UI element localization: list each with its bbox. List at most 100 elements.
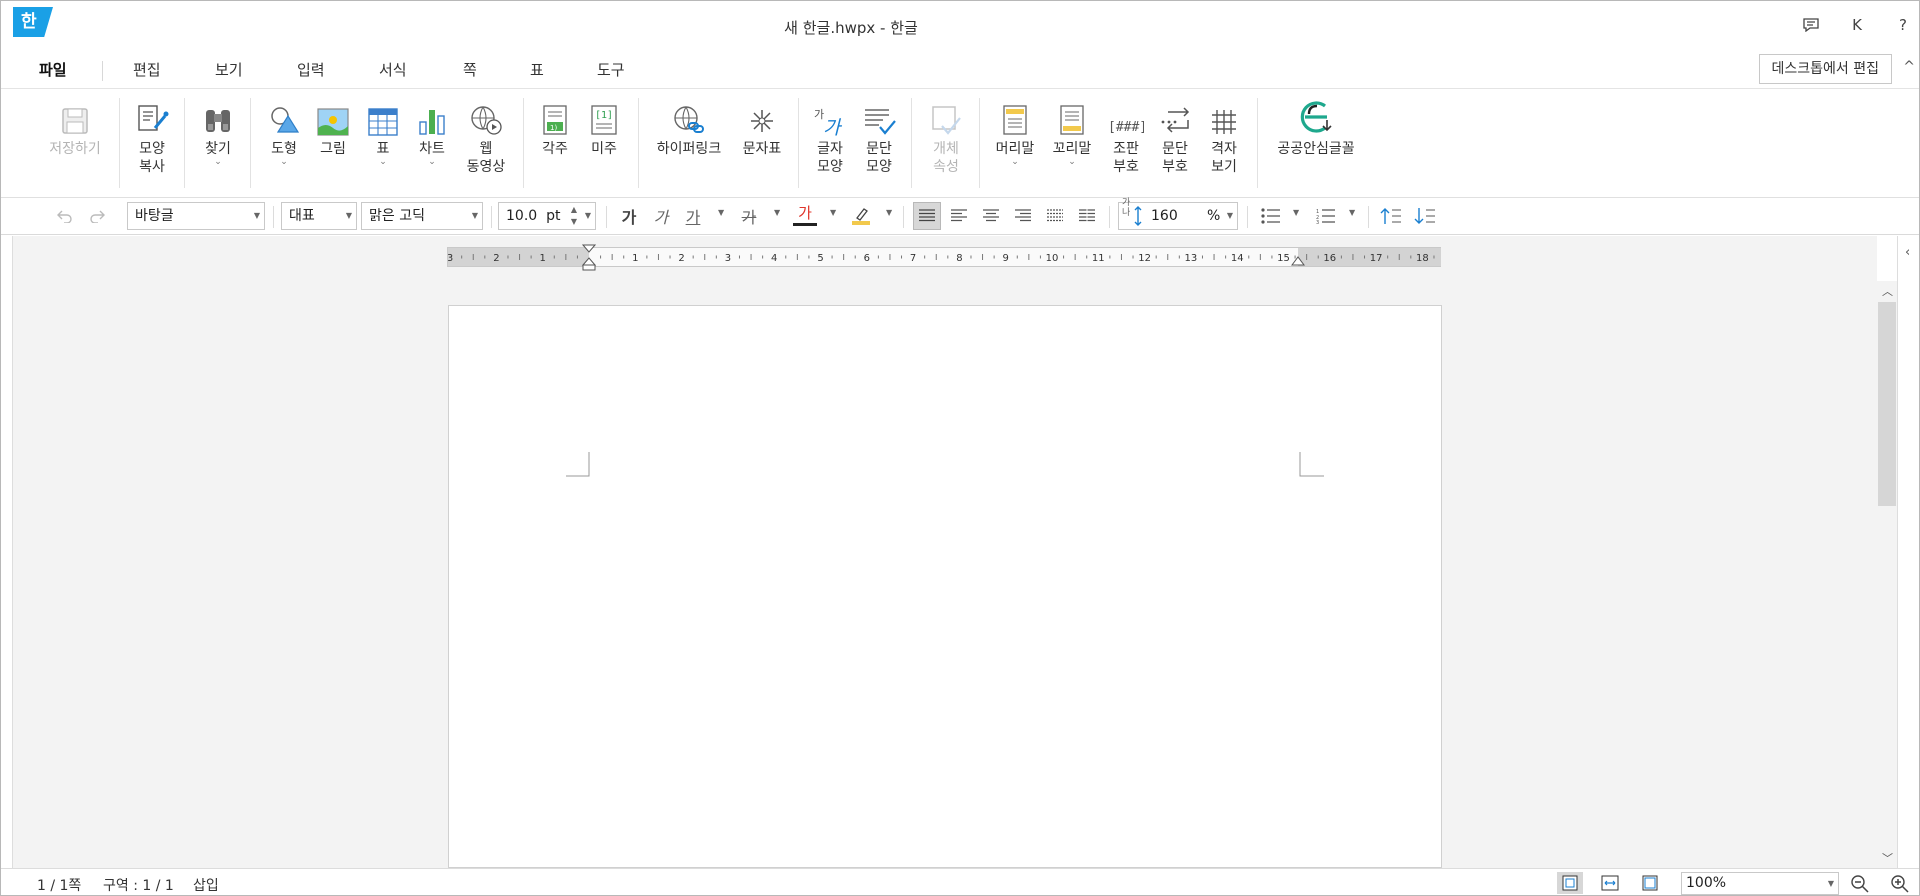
italic-button[interactable]: 가 bbox=[649, 202, 673, 230]
user-account-button[interactable]: K bbox=[1847, 15, 1867, 35]
format-painter-icon bbox=[138, 105, 169, 131]
redo-icon[interactable] bbox=[85, 202, 109, 230]
find-button[interactable]: 찾기 ⌄ bbox=[193, 90, 243, 194]
zoom-in-icon[interactable] bbox=[1889, 873, 1911, 895]
tab-edit[interactable]: 편집 bbox=[133, 59, 161, 80]
help-button[interactable]: ? bbox=[1893, 15, 1913, 35]
tab-format[interactable]: 서식 bbox=[379, 59, 407, 80]
scroll-down-icon[interactable]: ﹀ bbox=[1882, 850, 1893, 866]
shape-button[interactable]: 도형 ⌄ bbox=[259, 90, 309, 194]
sort-ascending-icon[interactable] bbox=[1377, 202, 1405, 230]
object-properties-button[interactable]: 개체 속성 bbox=[921, 90, 971, 194]
tab-tools[interactable]: 도구 bbox=[597, 59, 625, 80]
font-name-select[interactable]: 맑은 고딕 ▼ bbox=[361, 202, 483, 230]
zoom-select[interactable]: 100% ▼ bbox=[1681, 872, 1839, 895]
svg-text:가: 가 bbox=[823, 117, 843, 136]
tab-insert[interactable]: 입력 bbox=[297, 59, 325, 80]
hyperlink-icon bbox=[674, 106, 704, 133]
numbered-list-icon[interactable]: 123 bbox=[1312, 202, 1340, 230]
format-copy-button[interactable]: 모양 복사 bbox=[127, 90, 177, 194]
bold-button[interactable]: 가 bbox=[617, 202, 641, 230]
page-view-icon[interactable] bbox=[1557, 872, 1583, 894]
ruler-label: 2 bbox=[678, 253, 684, 264]
svg-text:[1]: [1] bbox=[595, 110, 613, 121]
highlight-icon[interactable] bbox=[849, 202, 873, 230]
tab-table[interactable]: 표 bbox=[530, 59, 544, 80]
align-center-icon[interactable] bbox=[977, 202, 1005, 230]
underline-button[interactable]: 가 bbox=[681, 202, 705, 230]
hyperlink-button[interactable]: 하이퍼링크 bbox=[649, 90, 729, 194]
chevron-down-icon[interactable]: ▼ bbox=[1293, 208, 1299, 217]
ruler-label: 16 bbox=[1323, 253, 1336, 264]
font-size-input[interactable]: 10.0 pt ▲ ▼ ▼ bbox=[498, 202, 596, 230]
horizontal-ruler[interactable]: 321123456789101112131415161718 bbox=[447, 244, 1441, 271]
strikethrough-button[interactable]: 가 bbox=[737, 202, 761, 230]
web-video-button[interactable]: 웹 동영상 bbox=[459, 90, 513, 194]
chart-button[interactable]: 차트 ⌄ bbox=[407, 90, 457, 194]
fit-width-icon[interactable] bbox=[1597, 872, 1623, 894]
endnote-button[interactable]: [1] 미주 bbox=[580, 90, 628, 194]
footnote-button[interactable]: 1) 각주 bbox=[531, 90, 579, 194]
table-button[interactable]: 표 ⌄ bbox=[358, 90, 408, 194]
chevron-down-icon[interactable]: ▼ bbox=[886, 208, 892, 217]
chevron-down-icon[interactable]: ▼ bbox=[774, 208, 780, 217]
document-page[interactable] bbox=[448, 305, 1442, 868]
footer-button[interactable]: 꼬리말 ⌄ bbox=[1044, 90, 1100, 194]
scroll-up-icon[interactable]: ︿ bbox=[1882, 283, 1893, 299]
font-language-select[interactable]: 대표 ▼ bbox=[281, 202, 357, 230]
comment-icon[interactable] bbox=[1801, 15, 1821, 35]
footnote-icon: 1) bbox=[543, 105, 567, 135]
bullet-list-icon[interactable] bbox=[1257, 202, 1285, 230]
fit-page-icon[interactable] bbox=[1637, 872, 1663, 894]
chevron-down-icon: ▼ bbox=[471, 211, 478, 220]
font-color-button[interactable]: 가 bbox=[793, 202, 817, 226]
para-mark-button[interactable]: 문단 부호 bbox=[1150, 90, 1200, 194]
chevron-down-icon[interactable]: ▼ bbox=[830, 208, 836, 217]
desktop-edit-button[interactable]: 데스크톱에서 편집 bbox=[1758, 54, 1892, 84]
split-align-icon[interactable] bbox=[1073, 202, 1101, 230]
endnote-icon: [1] bbox=[591, 105, 617, 135]
chevron-down-icon: ▼ bbox=[253, 211, 260, 220]
insert-mode-indicator[interactable]: 삽입 bbox=[193, 875, 219, 895]
public-font-button[interactable]: 공공안심글꼴 bbox=[1267, 90, 1365, 194]
hancom-window: 한 새 한글.hwpx - 한글 K ? 파일 편집 보기 입력 서식 쪽 표 … bbox=[0, 0, 1920, 896]
tab-page[interactable]: 쪽 bbox=[463, 59, 477, 80]
margin-corner-top-left bbox=[566, 452, 590, 477]
sort-descending-icon[interactable] bbox=[1411, 202, 1439, 230]
shape-icon bbox=[271, 107, 300, 133]
style-select[interactable]: 바탕글 ▼ bbox=[127, 202, 265, 230]
undo-icon[interactable] bbox=[53, 202, 77, 230]
align-right-icon[interactable] bbox=[1009, 202, 1037, 230]
ruler-label: 1 bbox=[632, 253, 638, 264]
chevron-left-icon[interactable]: ‹ bbox=[1905, 245, 1910, 260]
ruler-label: 3 bbox=[448, 253, 453, 264]
spin-down-icon[interactable]: ▼ bbox=[571, 209, 577, 235]
grid-view-button[interactable]: 격자 보기 bbox=[1199, 90, 1249, 194]
collapse-ribbon-button[interactable]: ^ bbox=[1903, 59, 1915, 75]
align-justify-icon[interactable] bbox=[913, 202, 941, 230]
chevron-down-icon[interactable]: ▼ bbox=[1349, 208, 1355, 217]
save-button[interactable]: 저장하기 bbox=[41, 90, 109, 194]
layout-mark-button[interactable]: [###] 조판 부호 bbox=[1101, 90, 1151, 194]
tab-view[interactable]: 보기 bbox=[215, 59, 243, 80]
para-shape-button[interactable]: 문단 모양 bbox=[855, 90, 903, 194]
indent-marker-icon[interactable] bbox=[582, 244, 596, 272]
header-button[interactable]: 머리말 ⌄ bbox=[987, 90, 1043, 194]
tab-file[interactable]: 파일 bbox=[39, 59, 67, 80]
header-icon bbox=[1003, 105, 1027, 135]
align-left-icon[interactable] bbox=[945, 202, 973, 230]
char-shape-button[interactable]: 가가 글자 모양 bbox=[806, 90, 854, 194]
ruler-label: 1 bbox=[540, 253, 546, 264]
margin-corner-top-right bbox=[1299, 452, 1324, 477]
line-spacing-input[interactable]: 가나 160 % ▼ bbox=[1118, 198, 1238, 230]
distribute-icon[interactable] bbox=[1041, 202, 1069, 230]
scrollbar-thumb[interactable] bbox=[1878, 302, 1896, 506]
char-map-button[interactable]: 문자표 bbox=[734, 90, 790, 194]
zoom-out-icon[interactable] bbox=[1849, 873, 1871, 895]
picture-button[interactable]: 그림 bbox=[308, 90, 358, 194]
picture-icon bbox=[317, 108, 349, 136]
right-indent-marker-icon[interactable] bbox=[1291, 254, 1305, 266]
svg-text:[###]: [###] bbox=[1108, 120, 1144, 135]
chevron-down-icon[interactable]: ▼ bbox=[718, 208, 724, 217]
para-mark-icon bbox=[1161, 107, 1190, 133]
